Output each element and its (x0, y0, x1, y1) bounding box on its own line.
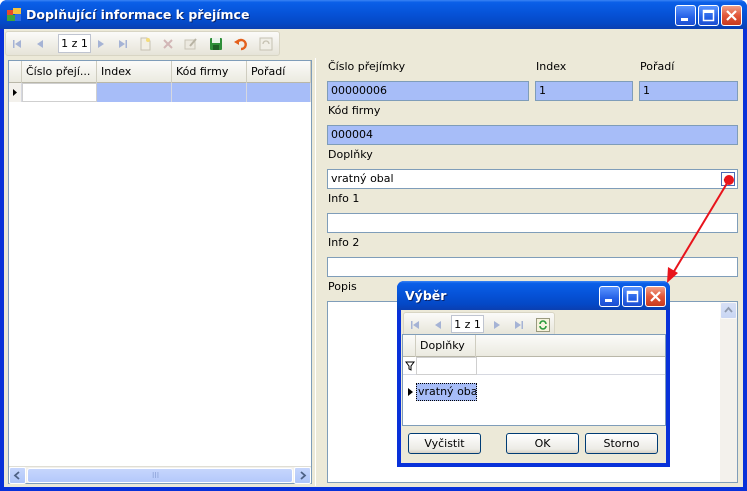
add-new-icon[interactable] (138, 37, 152, 51)
grid-header: Číslo přejí... Index Kód firmy Pořadí (9, 61, 311, 83)
move-previous-icon[interactable] (431, 318, 445, 332)
current-row-icon (13, 89, 17, 96)
grid-cell-poradi[interactable] (247, 83, 311, 102)
title-bar[interactable]: Doplňující informace k přejímce (0, 0, 747, 29)
dialog-record-position[interactable]: 1 z 1 (451, 315, 484, 333)
minimize-button[interactable] (675, 5, 696, 26)
kod-firmy-field[interactable]: 000004 (327, 125, 738, 145)
move-next-icon[interactable] (94, 37, 108, 51)
scroll-thumb[interactable]: III (27, 468, 293, 483)
undo-icon[interactable] (234, 37, 248, 51)
ellipsis-icon (723, 178, 733, 182)
dialog-grid-header: Doplňky (403, 335, 665, 357)
current-row-icon (408, 388, 413, 396)
column-header-kod-firmy[interactable]: Kód firmy (172, 61, 247, 83)
info2-field[interactable] (327, 257, 738, 277)
records-grid[interactable]: Číslo přejí... Index Kód firmy Pořadí II… (8, 60, 312, 484)
index-label: Index (536, 60, 567, 73)
scroll-grip: III (152, 471, 160, 480)
chevron-up-icon (724, 306, 733, 313)
move-last-icon[interactable] (116, 37, 130, 51)
dialog-title-bar[interactable]: Výběr (397, 281, 670, 310)
dialog-title: Výběr (405, 288, 447, 303)
filter-row[interactable] (403, 357, 665, 375)
cancel-button[interactable]: Storno (585, 433, 658, 454)
refresh-icon[interactable] (259, 37, 273, 51)
dialog-minimize-button[interactable] (599, 286, 620, 307)
dialog-close-button[interactable] (645, 286, 666, 307)
selection-dialog: Výběr 1 z 1 Doplňky vratný obal Vyčistit… (397, 281, 670, 467)
cislo-prejimky-field[interactable]: 00000006 (327, 81, 529, 101)
doplnky-field[interactable]: vratný obal (327, 169, 738, 189)
filter-icon (405, 361, 415, 371)
ok-button[interactable]: OK (506, 433, 579, 454)
poradi-field[interactable]: 1 (639, 81, 738, 101)
memo-scroll-up-button[interactable] (720, 302, 737, 319)
move-next-icon[interactable] (490, 318, 504, 332)
close-icon (650, 291, 661, 302)
app-icon (7, 8, 21, 21)
minimize-icon (681, 18, 688, 21)
column-header-index[interactable]: Index (97, 61, 172, 83)
column-header-doplnky[interactable]: Doplňky (416, 335, 476, 357)
delete-icon[interactable] (161, 37, 175, 51)
column-header-cislo[interactable]: Číslo přejí... (22, 61, 97, 83)
dialog-client-area: 1 z 1 Doplňky vratný obal Vyčistit OK St… (401, 310, 666, 463)
close-button[interactable] (721, 5, 742, 26)
filter-input[interactable] (416, 357, 477, 375)
dialog-grid[interactable]: Doplňky vratný obal (402, 334, 666, 426)
horizontal-scrollbar[interactable]: III (9, 466, 311, 484)
scroll-left-button[interactable] (9, 467, 26, 484)
maximize-icon (702, 9, 715, 22)
window-title: Doplňující informace k přejímce (26, 7, 250, 22)
edit-icon[interactable] (184, 37, 198, 51)
move-first-icon[interactable] (408, 318, 422, 332)
maximize-icon (626, 290, 639, 303)
table-row[interactable]: vratný obal (403, 383, 665, 401)
poradi-label: Pořadí (640, 60, 675, 73)
info1-label: Info 1 (328, 192, 360, 205)
cislo-prejimky-label: Číslo přejímky (328, 60, 406, 73)
chevron-left-icon (13, 471, 20, 480)
navigator-toolbar: 1 z 1 (5, 31, 280, 56)
close-icon (726, 10, 737, 21)
index-field[interactable]: 1 (535, 81, 633, 101)
refresh-icon[interactable] (536, 318, 550, 332)
popis-label: Popis (328, 280, 357, 293)
info1-field[interactable] (327, 213, 738, 233)
scroll-right-button[interactable] (294, 467, 311, 484)
doplnky-label: Doplňky (328, 148, 373, 161)
minimize-icon (605, 299, 612, 302)
move-last-icon[interactable] (512, 318, 526, 332)
grid-cell-index[interactable] (97, 83, 172, 102)
table-row[interactable] (9, 83, 311, 102)
row-header-corner (9, 61, 22, 83)
grid-cell-kod-firmy[interactable] (172, 83, 247, 102)
column-header-poradi[interactable]: Pořadí (247, 61, 311, 83)
grid-cell-cislo[interactable] (22, 83, 97, 102)
move-first-icon[interactable] (10, 37, 24, 51)
dialog-navigator-toolbar: 1 z 1 (403, 312, 555, 336)
dialog-grid-cell-doplnky[interactable]: vratný obal (416, 383, 477, 401)
memo-vertical-scrollbar[interactable] (720, 302, 737, 482)
save-icon[interactable] (209, 37, 223, 51)
kod-firmy-label: Kód firmy (328, 104, 381, 117)
row-selector[interactable] (9, 83, 22, 102)
record-position[interactable]: 1 z 1 (58, 34, 91, 53)
move-previous-icon[interactable] (33, 37, 47, 51)
splitter[interactable] (315, 58, 320, 486)
clear-button[interactable]: Vyčistit (408, 433, 481, 454)
info2-label: Info 2 (328, 236, 360, 249)
chevron-right-icon (300, 471, 307, 480)
row-header-corner (403, 335, 416, 357)
dialog-maximize-button[interactable] (622, 286, 643, 307)
maximize-button[interactable] (698, 5, 719, 26)
doplnky-browse-button[interactable] (721, 172, 735, 186)
